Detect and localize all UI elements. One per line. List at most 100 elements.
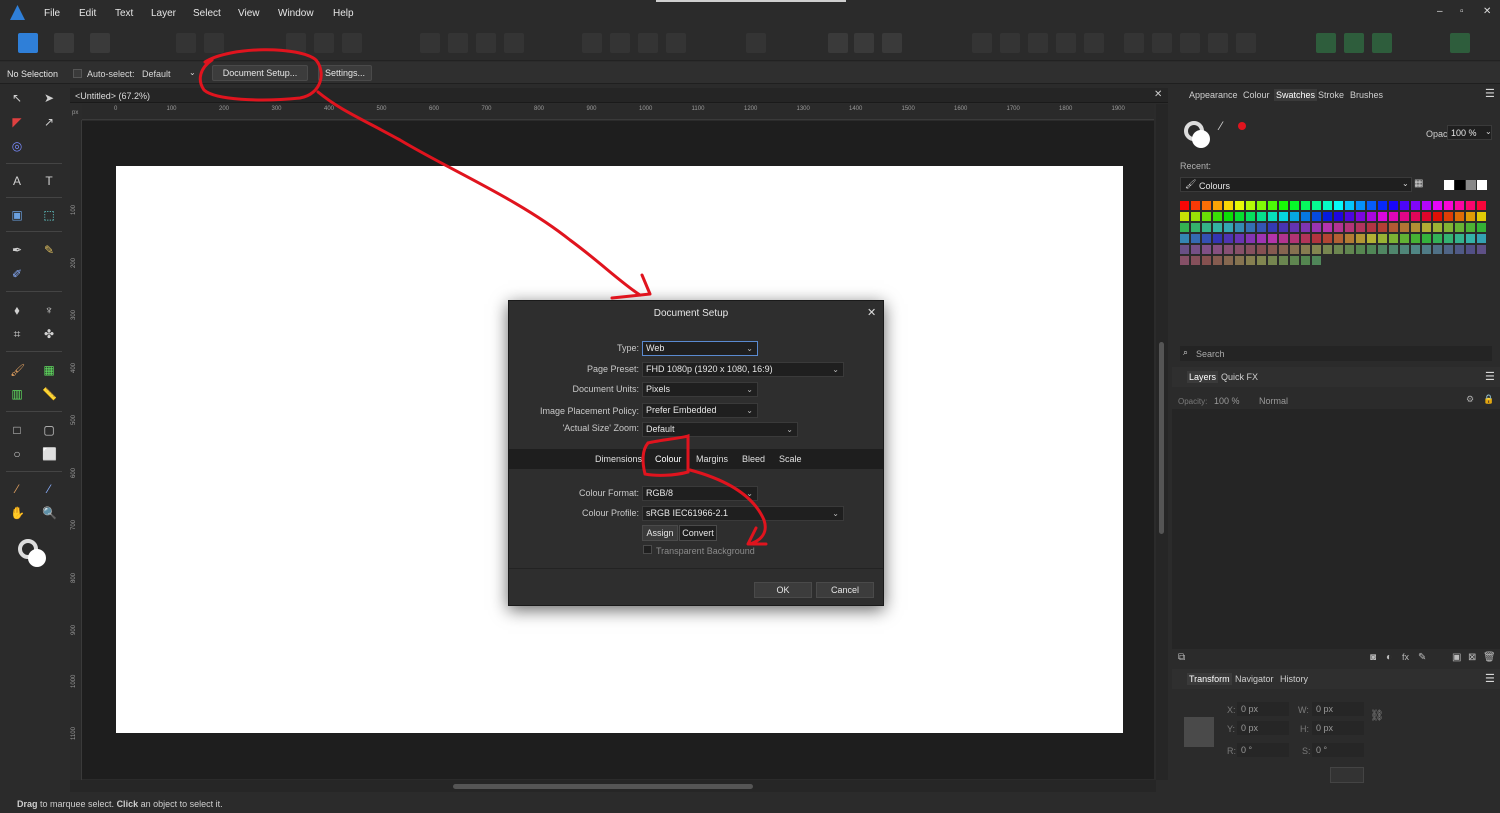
pixel-selection-icon[interactable]: ▦ (42, 363, 56, 377)
picture-frame-icon[interactable]: ⬚ (42, 208, 56, 222)
link-icon[interactable]: ⛓ (1370, 709, 1384, 722)
color-swatch[interactable] (1312, 234, 1321, 243)
color-swatch[interactable] (1301, 245, 1310, 254)
color-swatch[interactable] (1367, 245, 1376, 254)
color-swatch[interactable] (1279, 256, 1288, 265)
color-swatch[interactable] (1422, 223, 1431, 232)
layers-options-icon[interactable]: ⧉ (1178, 652, 1185, 663)
mask-icon[interactable]: ◙ (1370, 652, 1376, 663)
shape-tool-icon[interactable]: ⬜ (42, 447, 57, 461)
none-swatch[interactable] (1444, 180, 1454, 190)
menu-file[interactable]: File (44, 8, 60, 19)
color-swatch[interactable] (1235, 201, 1244, 210)
fill-stroke-indicator[interactable] (1184, 121, 1212, 149)
color-swatch[interactable] (1323, 234, 1332, 243)
color-swatch[interactable] (1422, 201, 1431, 210)
vector-brush-icon[interactable]: ✐ (10, 267, 24, 281)
align-2-icon[interactable] (610, 33, 630, 53)
snap-icon[interactable] (286, 33, 306, 53)
color-swatch[interactable] (1191, 223, 1200, 232)
insert-front-icon[interactable] (1372, 33, 1392, 53)
color-swatch[interactable] (1213, 212, 1222, 221)
snapping-mode-icon[interactable] (854, 33, 874, 53)
tab-stroke[interactable]: Stroke (1318, 90, 1344, 100)
assistant-icon[interactable] (176, 33, 196, 53)
dialog-close-icon[interactable]: ✕ (867, 306, 876, 319)
color-swatch[interactable] (1202, 223, 1211, 232)
align-4-icon[interactable] (666, 33, 686, 53)
palette-options-icon[interactable]: ▦ (1414, 178, 1423, 189)
color-swatch[interactable] (1378, 201, 1387, 210)
app-logo-icon[interactable] (10, 5, 25, 20)
document-units-dropdown[interactable]: Pixels ⌄ (642, 382, 758, 397)
color-swatch[interactable] (1224, 256, 1233, 265)
frame-text-icon[interactable]: T (42, 174, 56, 188)
assign-button[interactable]: Assign (642, 525, 678, 541)
pixel-persona-icon[interactable] (54, 33, 74, 53)
color-swatch[interactable] (1213, 223, 1222, 232)
vertical-scroll-thumb[interactable] (1159, 342, 1164, 534)
color-swatch[interactable] (1235, 212, 1244, 221)
color-swatch[interactable] (1301, 223, 1310, 232)
color-swatch[interactable] (1279, 223, 1288, 232)
tab-appearance[interactable]: Appearance (1189, 90, 1238, 100)
color-swatch[interactable] (1422, 234, 1431, 243)
color-swatch[interactable] (1323, 212, 1332, 221)
rectangle-tool-icon[interactable]: □ (10, 423, 24, 437)
contour-tool-icon[interactable]: ◎ (10, 139, 24, 153)
color-swatch[interactable] (1246, 212, 1255, 221)
color-swatch[interactable] (1235, 256, 1244, 265)
color-swatch[interactable] (1301, 256, 1310, 265)
x-field[interactable]: 0 px (1237, 702, 1289, 716)
color-swatch[interactable] (1301, 212, 1310, 221)
color-swatch[interactable] (1444, 234, 1453, 243)
color-swatch[interactable] (1246, 245, 1255, 254)
color-swatch[interactable] (1290, 245, 1299, 254)
color-swatch[interactable] (1224, 201, 1233, 210)
color-swatch[interactable] (1268, 234, 1277, 243)
color-swatch[interactable] (1323, 245, 1332, 254)
add-layer-icon[interactable]: ▣ (1452, 652, 1461, 663)
tab-brushes[interactable]: Brushes (1350, 90, 1383, 100)
hand-tool-icon[interactable]: ✋ (10, 506, 25, 520)
color-swatch[interactable] (1411, 234, 1420, 243)
color-swatch[interactable] (1356, 201, 1365, 210)
blend-mode-value[interactable]: Normal (1259, 396, 1288, 406)
color-swatch[interactable] (1301, 234, 1310, 243)
color-swatch[interactable] (1444, 245, 1453, 254)
color-swatch[interactable] (1279, 234, 1288, 243)
color-swatch[interactable] (1367, 212, 1376, 221)
fill-tool-icon[interactable]: ⬧ (10, 303, 24, 317)
boolean-intersect-icon[interactable] (1028, 33, 1048, 53)
gear-icon[interactable] (204, 33, 224, 53)
color-swatch[interactable] (1235, 223, 1244, 232)
ok-button[interactable]: OK (754, 582, 812, 598)
brush-icon[interactable]: ✎ (1418, 652, 1426, 663)
panel-menu-icon[interactable]: ☰ (1485, 87, 1495, 100)
corner-tool-icon[interactable]: ◤ (10, 115, 24, 129)
panel-menu-icon[interactable]: ☰ (1485, 370, 1495, 383)
color-swatch[interactable] (1224, 245, 1233, 254)
color-swatch[interactable] (1345, 223, 1354, 232)
color-swatch[interactable] (1235, 234, 1244, 243)
flip-h-icon[interactable] (1124, 33, 1144, 53)
color-swatch[interactable] (1268, 212, 1277, 221)
color-swatch[interactable] (1345, 212, 1354, 221)
color-swatch[interactable] (1180, 256, 1189, 265)
h-field[interactable]: 0 px (1312, 721, 1364, 735)
tab-swatches[interactable]: Swatches (1274, 89, 1318, 101)
rotate-icon[interactable] (1180, 33, 1200, 53)
fx-icon[interactable]: fx (1402, 652, 1409, 662)
lock-icon[interactable]: 🔒 (1483, 394, 1494, 405)
vector-crop-icon[interactable]: ✤ (42, 327, 56, 341)
color-swatch[interactable] (1224, 223, 1233, 232)
user-icon[interactable] (1450, 33, 1470, 53)
tab-bleed[interactable]: Bleed (742, 454, 765, 464)
black-swatch[interactable] (1455, 180, 1465, 190)
color-swatch[interactable] (1422, 212, 1431, 221)
color-swatch[interactable] (1213, 201, 1222, 210)
color-swatch[interactable] (1334, 201, 1343, 210)
color-swatch[interactable] (1312, 245, 1321, 254)
search-field[interactable]: ⌕ Search (1180, 346, 1492, 361)
s-field[interactable]: 0 ° (1312, 743, 1364, 757)
